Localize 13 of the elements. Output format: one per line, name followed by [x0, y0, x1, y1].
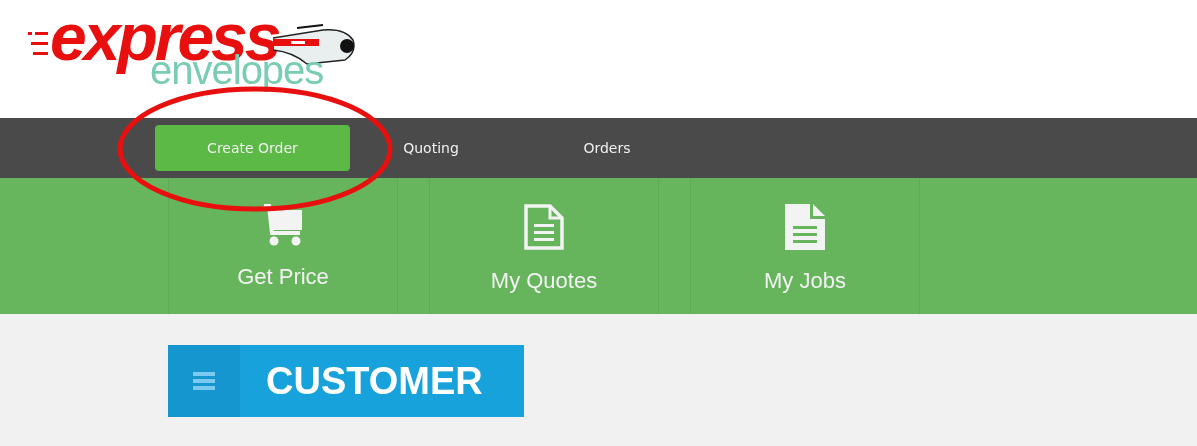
nav-button[interactable]: Orders: [501, 125, 713, 171]
menu-button[interactable]: [168, 345, 240, 417]
nav-button[interactable]: Quoting: [361, 125, 501, 171]
section-title: CUSTOMER: [266, 358, 483, 404]
nav-button[interactable]: Create Order: [155, 125, 350, 171]
cart-icon: [262, 204, 304, 246]
speed-lines-icon: [28, 32, 48, 56]
dashboard-tile[interactable]: My Quotes: [429, 178, 659, 314]
document-icon: [785, 204, 825, 250]
document-icon: [524, 204, 564, 250]
dashboard-tile[interactable]: Get Price: [168, 178, 398, 314]
dashboard-tile[interactable]: My Jobs: [690, 178, 920, 314]
menu-icon: [193, 372, 215, 390]
